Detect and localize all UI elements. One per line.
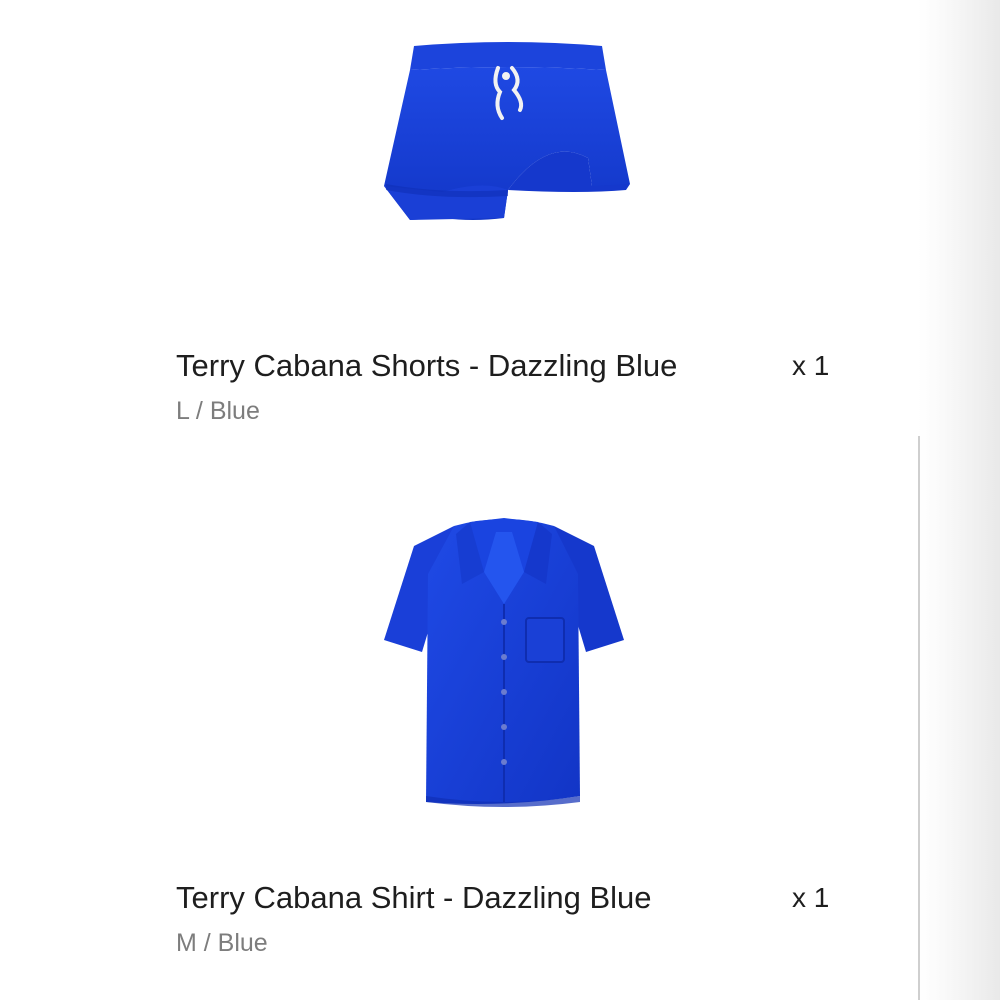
item-variant: M / Blue	[176, 929, 268, 957]
order-item[interactable]: Terry Cabana Shirt - Dazzling Blue M / B…	[0, 440, 918, 1000]
item-quantity: x 1	[792, 350, 830, 381]
item-title[interactable]: Terry Cabana Shirt - Dazzling Blue	[176, 880, 652, 916]
item-quantity: x 1	[792, 882, 830, 913]
order-item-list: Terry Cabana Shorts - Dazzling Blue L / …	[0, 0, 918, 1000]
item-variant: L / Blue	[176, 397, 260, 425]
order-item[interactable]: Terry Cabana Shorts - Dazzling Blue L / …	[0, 0, 918, 440]
order-summary-page: Terry Cabana Shorts - Dazzling Blue L / …	[0, 0, 1000, 1000]
shorts-product-image[interactable]	[380, 40, 636, 224]
item-title[interactable]: Terry Cabana Shorts - Dazzling Blue	[176, 348, 677, 384]
shirt-product-image[interactable]	[384, 512, 624, 808]
scroll-divider	[918, 436, 920, 1000]
right-edge-shade	[918, 0, 1000, 1000]
